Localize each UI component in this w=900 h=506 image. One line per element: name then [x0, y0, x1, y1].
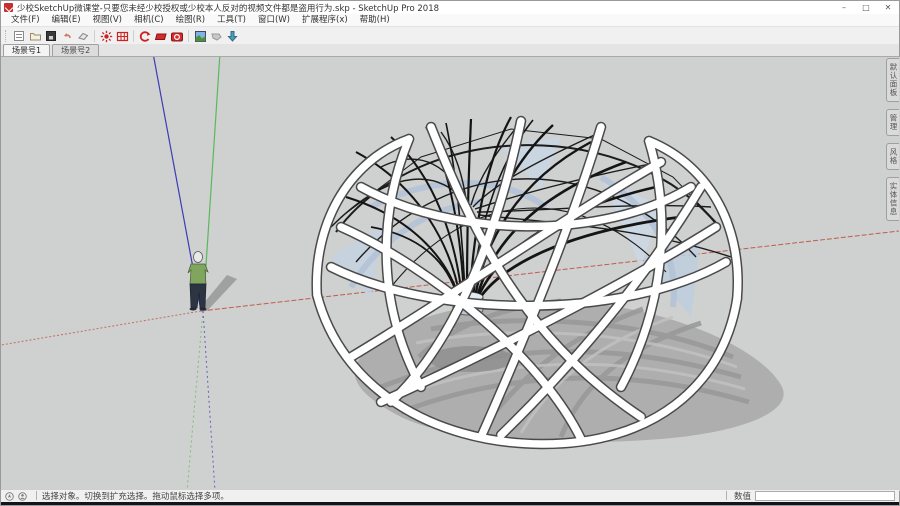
- save-icon[interactable]: [43, 29, 59, 43]
- toolbar-separator: [188, 30, 189, 42]
- menu-extensions[interactable]: 扩展程序(x): [296, 14, 354, 27]
- red-camera-plugin-icon[interactable]: [169, 29, 185, 43]
- menu-window[interactable]: 窗口(W): [252, 14, 296, 27]
- statusbar-separator: |: [35, 491, 38, 501]
- open-folder-icon[interactable]: [27, 29, 43, 43]
- blue-axis-negative: [202, 310, 216, 491]
- red-rotate-plugin-icon[interactable]: [137, 29, 153, 43]
- tray-tab-styles[interactable]: 风格: [886, 143, 899, 170]
- menu-bar: 文件(F) 编辑(E) 视图(V) 相机(C) 绘图(R) 工具(T) 窗口(W…: [1, 14, 899, 27]
- red-axis-negative: [1, 310, 202, 346]
- scene-tab-2[interactable]: 场景号2: [52, 44, 100, 56]
- menu-view[interactable]: 视图(V): [87, 14, 128, 27]
- menu-file[interactable]: 文件(F): [5, 14, 46, 27]
- minimize-button[interactable]: –: [833, 1, 855, 14]
- sketchup-window: 少校SketchUp微课堂-只要您未经少校授权或少校本人反对的视频文件都是盗用行…: [0, 0, 900, 506]
- status-bar: | 选择对象。切换到扩充选择。拖动鼠标选择多项。 | 数值: [1, 489, 899, 502]
- title-bar: 少校SketchUp微课堂-只要您未经少校授权或少校本人反对的视频文件都是盗用行…: [1, 1, 899, 14]
- statusbar-separator: |: [725, 491, 728, 501]
- red-grid-plugin-icon[interactable]: [114, 29, 130, 43]
- toolbar-separator: [94, 30, 95, 42]
- toolbar-grip: [5, 30, 9, 42]
- geolocation-icon[interactable]: [5, 491, 14, 501]
- menu-edit[interactable]: 编辑(E): [46, 14, 87, 27]
- tray-tab-default[interactable]: 默认面板: [886, 58, 899, 102]
- window-title: 少校SketchUp微课堂-只要您未经少校授权或少校本人反对的视频文件都是盗用行…: [17, 3, 440, 14]
- window-bottom-edge: [1, 502, 899, 505]
- undo-icon[interactable]: [59, 29, 75, 43]
- model-canvas: [1, 57, 900, 491]
- red-sun-plugin-icon[interactable]: [98, 29, 114, 43]
- tray-tab-bar: 默认面板 管理 风格 实体信息: [886, 58, 899, 221]
- measurements-input[interactable]: [755, 491, 895, 501]
- sketchup-app-icon: [4, 3, 13, 12]
- menu-draw[interactable]: 绘图(R): [170, 14, 212, 27]
- tray-tab-entity-info[interactable]: 实体信息: [886, 177, 899, 221]
- maximize-button[interactable]: □: [855, 1, 877, 14]
- toolbar: [1, 28, 899, 44]
- scene-tab-bar: 场景号1 场景号2: [1, 44, 899, 57]
- new-document-icon[interactable]: [11, 29, 27, 43]
- credits-person-icon[interactable]: [18, 491, 27, 501]
- scene-tab-1[interactable]: 场景号1: [3, 44, 51, 56]
- measurements-label: 数值: [733, 492, 751, 502]
- gray-arrow-plugin-icon[interactable]: [208, 29, 224, 43]
- close-button[interactable]: ✕: [877, 1, 899, 14]
- export-down-plugin-icon[interactable]: [224, 29, 240, 43]
- model-viewport[interactable]: [1, 57, 900, 491]
- scene-image-plugin-icon[interactable]: [192, 29, 208, 43]
- eraser-icon[interactable]: [75, 29, 91, 43]
- tray-tab-manage[interactable]: 管理: [886, 109, 899, 136]
- green-axis-negative: [186, 310, 204, 491]
- status-message: 选择对象。切换到扩充选择。拖动鼠标选择多项。: [41, 492, 229, 502]
- red-flag-plugin-icon[interactable]: [153, 29, 169, 43]
- menu-tools[interactable]: 工具(T): [211, 14, 252, 27]
- menu-camera[interactable]: 相机(C): [128, 14, 170, 27]
- toolbar-separator: [133, 30, 134, 42]
- menu-help[interactable]: 帮助(H): [354, 14, 396, 27]
